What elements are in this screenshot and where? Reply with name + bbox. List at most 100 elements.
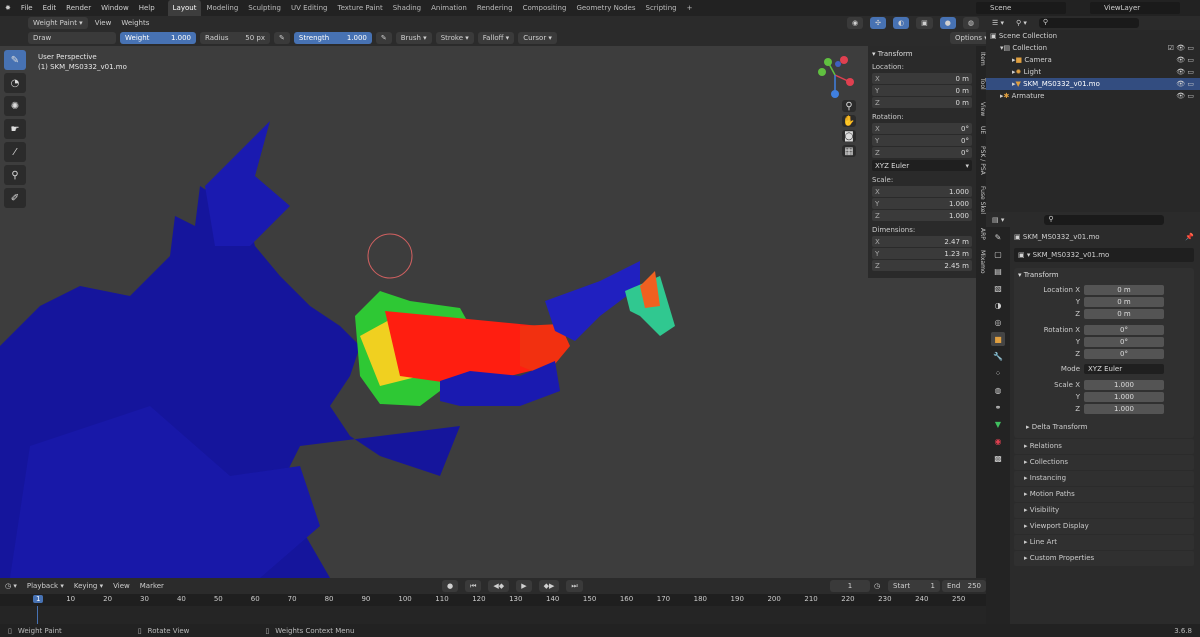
location-y-field[interactable]: Y0 m (872, 85, 972, 96)
tab-scripting[interactable]: Scripting (641, 0, 682, 16)
strength-field[interactable]: Strength 1.000 (293, 32, 372, 44)
tool-tab-icon[interactable]: ✎ (991, 230, 1005, 244)
timeline-marker-menu[interactable]: Marker (135, 578, 169, 594)
material-tab-icon[interactable]: ◉ (991, 434, 1005, 448)
location-x-field[interactable]: X0 m (872, 73, 972, 84)
prop-scale-x[interactable]: Scale X 1.000 (1014, 379, 1194, 390)
panel-visibility[interactable]: ▸ Visibility (1014, 503, 1194, 518)
prop-rotation-x[interactable]: Rotation X 0° (1014, 324, 1194, 335)
physics-tab-icon[interactable]: ◍ (991, 383, 1005, 397)
tab-ue[interactable]: UE (976, 126, 986, 134)
rotation-z-field[interactable]: Z 0° (872, 147, 972, 158)
collection-row[interactable]: ▾ ▤ Collection ☑ 👁 ▭ (986, 42, 1200, 54)
record-icon[interactable]: ● (442, 580, 459, 592)
zoom-icon[interactable]: ⚲ (842, 100, 856, 112)
play-icon[interactable]: ▶ (516, 580, 532, 592)
rotation-mode-select[interactable]: XYZ Euler ▾ (872, 160, 972, 171)
menu-file[interactable]: File (16, 0, 38, 16)
scene-tab-icon[interactable]: ◑ (991, 298, 1005, 312)
world-tab-icon[interactable]: ◎ (991, 315, 1005, 329)
pin-icon[interactable]: 📌 (1185, 230, 1194, 244)
tab-fuse-skel[interactable]: Fuse Skel (976, 186, 986, 214)
tab-item[interactable]: Item (976, 52, 986, 66)
prop-rotation-y[interactable]: Y 0° (1014, 336, 1194, 347)
prop-rotation-z[interactable]: Z 0° (1014, 348, 1194, 359)
dimensions-z-field[interactable]: Z 2.45 m (872, 260, 972, 271)
tab-layout[interactable]: Layout (167, 0, 202, 16)
outliner-item-mesh[interactable]: ▸ ▼ SKM_MS0332_v01.mo 👁 ▭ (986, 78, 1200, 90)
menu-window[interactable]: Window (96, 0, 134, 16)
draw-tool-icon[interactable]: ✎ (4, 50, 26, 70)
object-tab-icon[interactable]: ■ (991, 332, 1005, 346)
tab-view[interactable]: View (976, 102, 986, 116)
start-frame-field[interactable]: Start 1 (888, 580, 940, 592)
scene-collection-row[interactable]: ▣ Scene Collection (986, 30, 1200, 42)
tab-psk-psa[interactable]: PSK / PSA (976, 146, 986, 175)
jump-end-icon[interactable]: ⏭ (566, 580, 583, 592)
outliner-item-armature[interactable]: ▸ ✱ Armature 👁 ▭ (986, 90, 1200, 102)
pan-hand-icon[interactable]: ✋ (842, 115, 856, 127)
menu-help[interactable]: Help (134, 0, 160, 16)
scale-x-field[interactable]: X 1.000 (872, 186, 972, 197)
navigation-gizmo[interactable] (810, 50, 860, 100)
tab-rendering[interactable]: Rendering (472, 0, 518, 16)
render-tab-icon[interactable]: ▢ (991, 247, 1005, 261)
tab-geometry-nodes[interactable]: Geometry Nodes (571, 0, 640, 16)
visibility-eye-icon[interactable]: ☑ 👁 ▭ (1168, 42, 1200, 54)
texture-tab-icon[interactable]: ▩ (991, 451, 1005, 465)
next-key-icon[interactable]: ◆▶ (538, 580, 560, 592)
prop-scale-z[interactable]: Z 1.000 (1014, 403, 1194, 414)
particles-tab-icon[interactable]: ⁘ (991, 366, 1005, 380)
panel-collections[interactable]: ▸ Collections (1014, 455, 1194, 470)
dimensions-y-field[interactable]: Y 1.23 m (872, 248, 972, 259)
tab-uv-editing[interactable]: UV Editing (286, 0, 333, 16)
modifier-tab-icon[interactable]: 🔧 (991, 349, 1005, 363)
brush-selector[interactable]: Draw (28, 32, 116, 44)
add-workspace-icon[interactable]: + (682, 0, 698, 16)
menu-view[interactable]: View (90, 15, 117, 31)
clock-icon[interactable]: ◷ (874, 582, 880, 590)
view-layer-selector[interactable]: ViewLayer (1090, 2, 1180, 14)
average-tool-icon[interactable]: ✺ (4, 96, 26, 116)
prop-rotation-mode[interactable]: Mode XYZ Euler (1014, 363, 1194, 374)
delta-transform-header[interactable]: ▸ Delta Transform (1014, 420, 1194, 434)
view-layer-tab-icon[interactable]: ▧ (991, 281, 1005, 295)
weight-field[interactable]: Weight 1.000 (120, 32, 196, 44)
scale-y-field[interactable]: Y 1.000 (872, 198, 972, 209)
3d-viewport[interactable]: User Perspective (1) SKM_MS0332_v01.mo ✎… (0, 46, 986, 578)
timeline-keying-menu[interactable]: Keying ▾ (69, 578, 108, 594)
menu-render[interactable]: Render (61, 0, 96, 16)
camera-view-icon[interactable]: ◙ (842, 130, 856, 142)
tab-shading[interactable]: Shading (388, 0, 426, 16)
prop-location-y[interactable]: Y0 m (1014, 296, 1194, 307)
falloff-menu[interactable]: Falloff ▾ (477, 32, 515, 44)
menu-weights[interactable]: Weights (116, 15, 154, 31)
outliner-filter-icon[interactable]: ⚲ ▾ (1016, 19, 1027, 27)
grid-view-icon[interactable]: ▦ (842, 145, 856, 157)
strength-pressure-icon[interactable]: ✎ (375, 32, 392, 44)
menu-edit[interactable]: Edit (38, 0, 62, 16)
panel-motion-paths[interactable]: ▸ Motion Paths (1014, 487, 1194, 502)
gizmo-toggle-icon[interactable]: ✣ (870, 17, 886, 29)
cursor-menu[interactable]: Cursor ▾ (518, 32, 557, 44)
tab-mixamo[interactable]: Mixamo (976, 250, 986, 274)
prop-location-z[interactable]: Z0 m (1014, 308, 1194, 319)
viewport-visibility-icon[interactable]: ◉ (847, 17, 864, 29)
data-tab-icon[interactable]: ▼ (991, 417, 1005, 431)
dimensions-x-field[interactable]: X 2.47 m (872, 236, 972, 247)
outliner-item-light[interactable]: ▸ ✹ Light 👁 ▭ (986, 66, 1200, 78)
current-frame-field[interactable]: 1 (830, 580, 870, 592)
stroke-menu[interactable]: Stroke ▾ (435, 32, 474, 44)
transform-panel-header[interactable]: ▾ Transform (1014, 268, 1194, 283)
armature-visibility-icon[interactable]: 👁 ▭ (1176, 90, 1200, 102)
overlay-toggle-icon[interactable]: ◐ (892, 17, 910, 29)
timeline-ruler[interactable]: 1 10 20 30 40 50 60 70 80 90 100 110 120 130 140 150 160… (0, 594, 986, 606)
scene-selector[interactable]: Scene (976, 2, 1066, 14)
annotate-tool-icon[interactable]: ✐ (4, 188, 26, 208)
mode-selector[interactable]: Weight Paint ▾ (28, 17, 88, 29)
tab-sculpting[interactable]: Sculpting (243, 0, 286, 16)
outliner-search-input[interactable]: ⚲ (1038, 18, 1139, 28)
solid-shading-icon[interactable]: ● (939, 17, 956, 29)
rotation-x-field[interactable]: X 0° (872, 123, 972, 134)
panel-relations[interactable]: ▸ Relations (1014, 439, 1194, 454)
